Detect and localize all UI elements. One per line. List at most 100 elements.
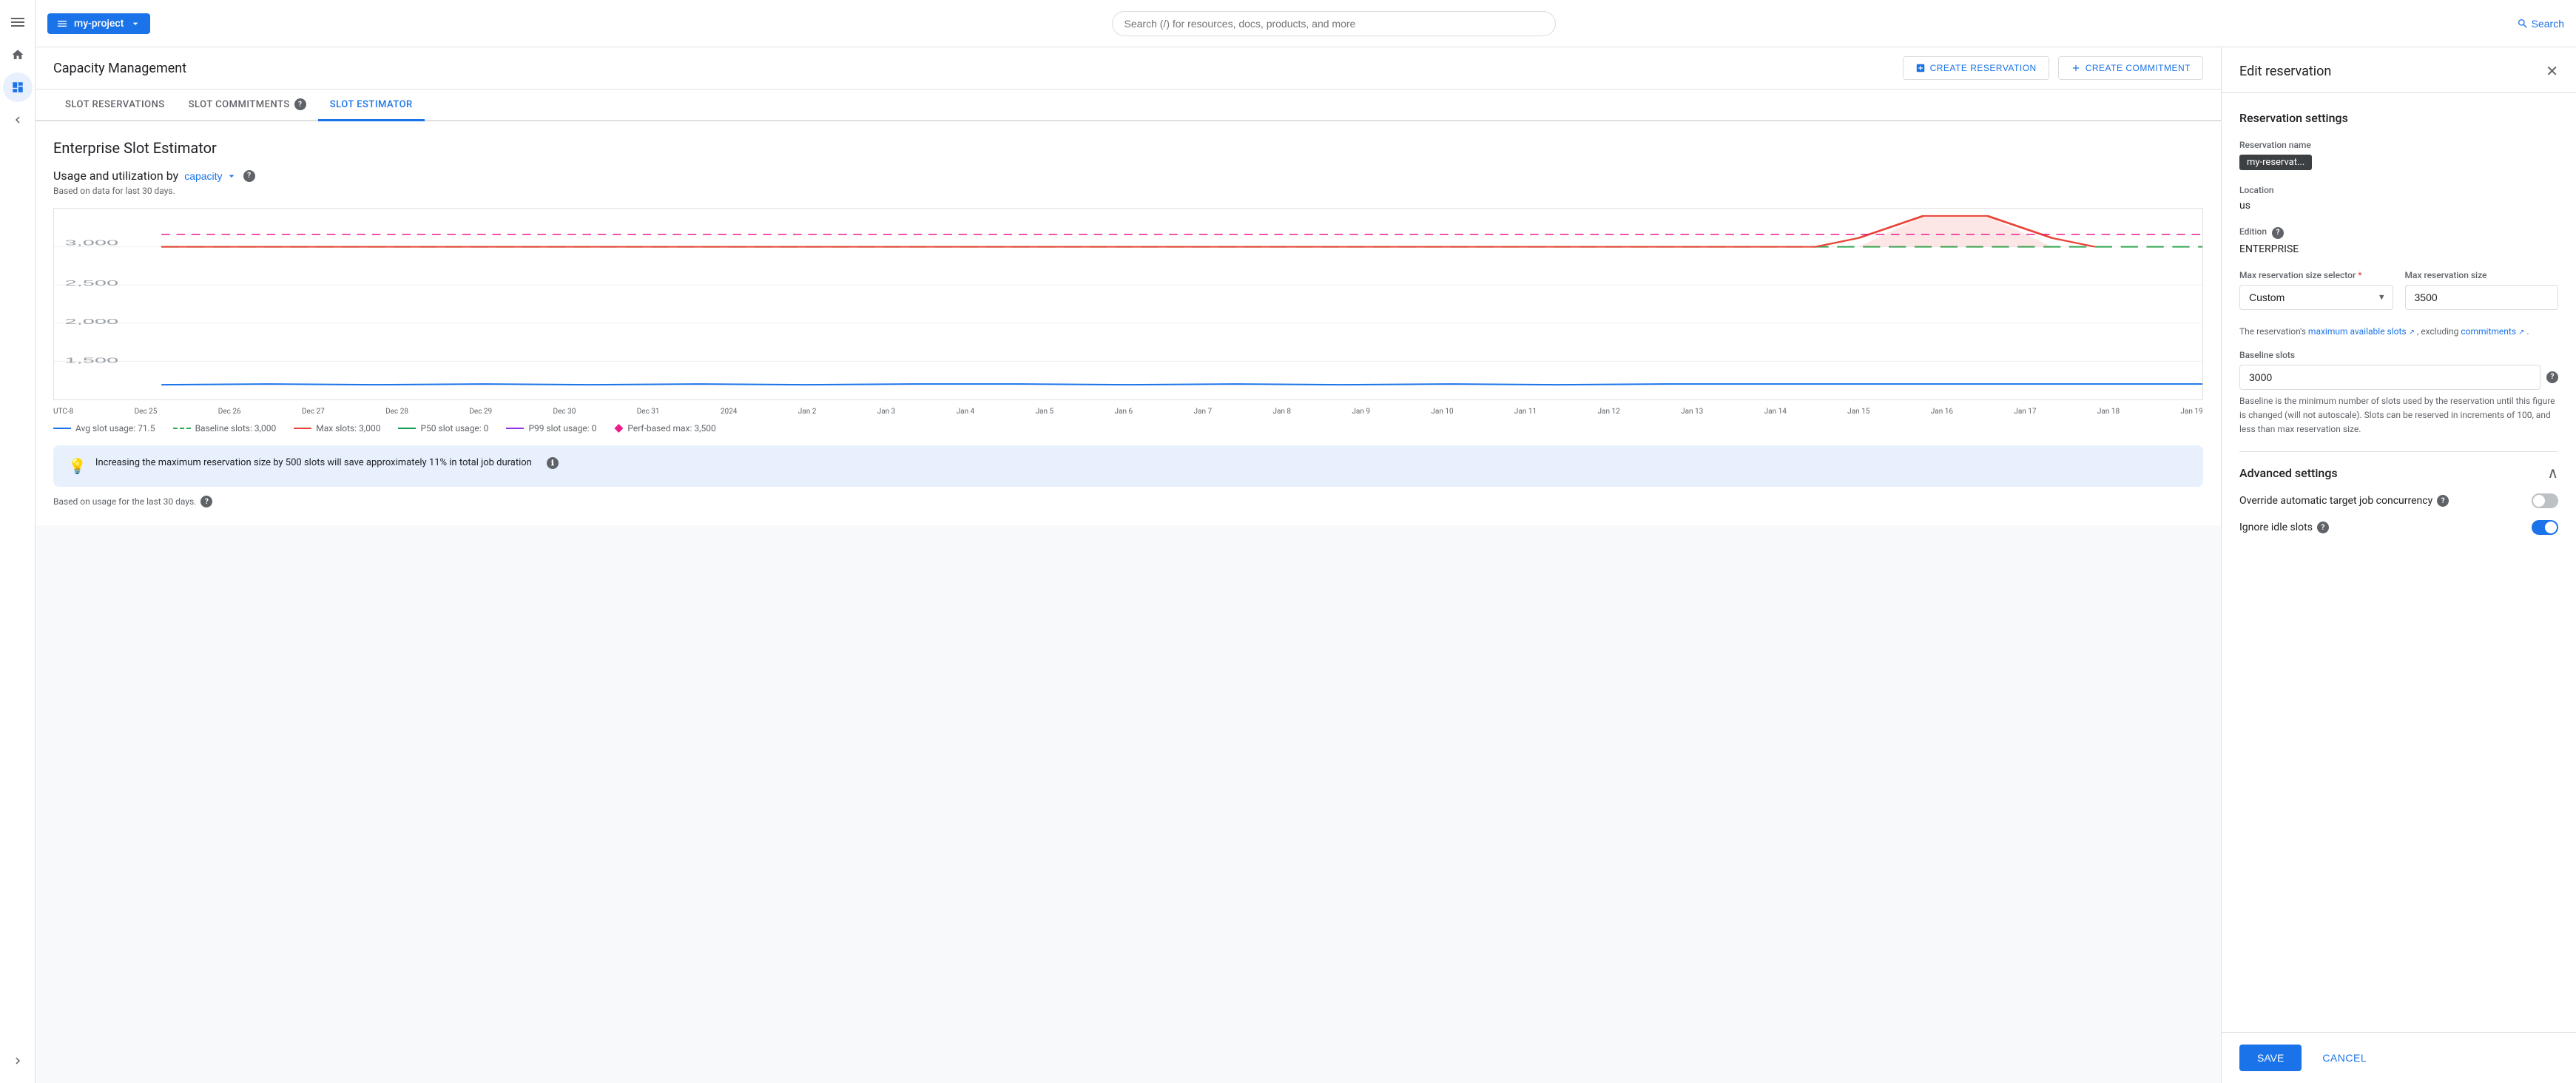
max-size-col: Max reservation size	[2405, 270, 2559, 310]
ignore-idle-toggle-row: Ignore idle slots ?	[2239, 520, 2558, 535]
max-size-selector-wrapper: Custom 100 200 500 1000 2000 3000 4000 5…	[2239, 285, 2393, 310]
legend-baseline-slots: Baseline slots: 3,000	[173, 423, 277, 433]
main-content: my-project Search Capacity Management CR…	[36, 0, 2576, 1083]
main-panel: Capacity Management CREATE RESERVATION C…	[36, 47, 2221, 1083]
edition-value: ENTERPRISE	[2239, 243, 2558, 255]
sidebar-expand-icon[interactable]	[3, 1046, 33, 1076]
override-toggle[interactable]	[2532, 493, 2558, 508]
max-size-help-text: The reservation's maximum available slot…	[2239, 325, 2558, 338]
panel-body: Reservation settings Reservation name my…	[2222, 93, 2576, 1032]
search-bar	[1112, 11, 1556, 36]
sidebar	[0, 0, 36, 1083]
chart-label: Usage and utilization by	[53, 169, 178, 183]
sidebar-menu-icon[interactable]	[3, 7, 33, 37]
sidebar-home-icon[interactable]	[3, 40, 33, 70]
edition-help-icon[interactable]: ?	[2272, 227, 2284, 239]
search-input[interactable]	[1112, 11, 1556, 36]
usage-note: Based on usage for the last 30 days. ?	[53, 496, 2203, 507]
panel-title: Edit reservation	[2239, 64, 2331, 79]
chart-container: 3,000 2,500 2,000 1,500	[53, 208, 2203, 400]
baseline-slots-help-icon[interactable]: ?	[2546, 371, 2558, 383]
sidebar-data-icon[interactable]	[3, 72, 33, 102]
create-reservation-label: CREATE RESERVATION	[1930, 63, 2037, 73]
slot-commitments-help-icon[interactable]: ?	[294, 98, 306, 110]
location-value: us	[2239, 200, 2558, 212]
tab-slot-reservations[interactable]: SLOT RESERVATIONS	[53, 90, 177, 121]
project-name: my-project	[74, 18, 124, 30]
override-help-icon[interactable]: ?	[2437, 495, 2449, 507]
info-icon: 💡	[68, 457, 87, 475]
chart-filter-button[interactable]: capacity	[184, 170, 237, 182]
capacity-header: Capacity Management CREATE RESERVATION C…	[36, 47, 2221, 90]
chart-hint: Based on data for last 30 days.	[53, 186, 2203, 196]
max-size-input[interactable]	[2405, 285, 2559, 310]
reservation-name-value: my-reservat...	[2239, 155, 2312, 170]
ignore-idle-help-icon[interactable]: ?	[2317, 522, 2329, 533]
page-title: Capacity Management	[53, 61, 186, 76]
commitments-link[interactable]: commitments	[2461, 326, 2524, 337]
advanced-settings-section: Advanced settings ∧ Override automatic t…	[2239, 451, 2558, 535]
create-commitment-label: CREATE COMMITMENT	[2086, 63, 2191, 73]
legend-max-slots: Max slots: 3,000	[294, 423, 380, 433]
chart-subtitle: Usage and utilization by capacity ?	[53, 169, 2203, 183]
search-button[interactable]: Search	[2517, 18, 2564, 30]
sidebar-collapse-icon[interactable]	[3, 105, 33, 135]
save-button[interactable]: SAVE	[2239, 1045, 2302, 1071]
advanced-settings-header[interactable]: Advanced settings ∧	[2239, 464, 2558, 482]
location-field: Location us	[2239, 185, 2558, 212]
tab-slot-commitments[interactable]: SLOT COMMITMENTS ?	[177, 90, 318, 121]
legend-avg-slot-usage: Avg slot usage: 71.5	[53, 423, 155, 433]
svg-text:2,500: 2,500	[65, 279, 119, 287]
info-text: Increasing the maximum reservation size …	[95, 457, 532, 468]
tabs-bar: SLOT RESERVATIONS SLOT COMMITMENTS ? SLO…	[36, 90, 2221, 121]
advanced-settings-title: Advanced settings	[2239, 466, 2338, 480]
content-area: Capacity Management CREATE RESERVATION C…	[36, 47, 2576, 1083]
baseline-slots-label: Baseline slots	[2239, 350, 2558, 360]
svg-text:2,000: 2,000	[65, 317, 119, 325]
topbar: my-project Search	[36, 0, 2576, 47]
usage-note-help-icon[interactable]: ?	[200, 496, 212, 507]
svg-text:1,500: 1,500	[65, 356, 119, 364]
max-size-row: Max reservation size selector * Custom 1…	[2239, 270, 2558, 310]
ignore-idle-label: Ignore idle slots ?	[2239, 522, 2329, 533]
baseline-slots-input[interactable]	[2239, 365, 2540, 390]
override-toggle-slider	[2532, 493, 2558, 508]
chart-section: Enterprise Slot Estimator Usage and util…	[36, 121, 2221, 525]
search-label: Search	[2532, 18, 2564, 30]
x-axis: UTC-8 Dec 25 Dec 26 Dec 27 Dec 28 Dec 29…	[53, 406, 2203, 417]
estimator-title: Enterprise Slot Estimator	[53, 139, 2203, 157]
header-actions: CREATE RESERVATION CREATE COMMITMENT	[1903, 56, 2203, 80]
location-label: Location	[2239, 185, 2558, 195]
reservation-name-label: Reservation name	[2239, 140, 2558, 150]
edit-reservation-panel: Edit reservation ✕ Reservation settings …	[2221, 47, 2576, 1083]
edition-field: Edition ? ENTERPRISE	[2239, 226, 2558, 255]
max-size-selector-col: Max reservation size selector * Custom 1…	[2239, 270, 2393, 310]
max-available-slots-link[interactable]: maximum available slots	[2308, 326, 2415, 337]
override-toggle-row: Override automatic target job concurrenc…	[2239, 493, 2558, 508]
reservation-settings-heading: Reservation settings	[2239, 111, 2558, 125]
close-button[interactable]: ✕	[2546, 62, 2558, 81]
max-size-selector[interactable]: Custom 100 200 500 1000 2000 3000 4000 5…	[2239, 285, 2393, 310]
baseline-slots-field: Baseline slots ? Baseline is the minimum…	[2239, 350, 2558, 437]
baseline-hint: Baseline is the minimum number of slots …	[2239, 394, 2558, 437]
edition-label: Edition ?	[2239, 226, 2558, 239]
project-selector[interactable]: my-project	[47, 13, 150, 34]
panel-header: Edit reservation ✕	[2222, 47, 2576, 93]
info-help-icon[interactable]: ℹ	[547, 457, 559, 469]
create-reservation-button[interactable]: CREATE RESERVATION	[1903, 56, 2049, 80]
legend-perf-based-max: Perf-based max: 3,500	[614, 423, 715, 433]
ignore-idle-toggle-slider	[2532, 520, 2558, 535]
reservation-name-field: Reservation name my-reservat...	[2239, 140, 2558, 170]
create-commitment-button[interactable]: CREATE COMMITMENT	[2058, 56, 2203, 80]
tab-slot-estimator[interactable]: SLOT ESTIMATOR	[318, 90, 425, 121]
override-label: Override automatic target job concurrenc…	[2239, 495, 2449, 507]
cancel-button[interactable]: CANCEL	[2310, 1045, 2378, 1071]
info-box: 💡 Increasing the maximum reservation siz…	[53, 445, 2203, 487]
svg-text:3,000: 3,000	[65, 238, 119, 246]
ignore-idle-toggle[interactable]	[2532, 520, 2558, 535]
max-size-label: Max reservation size	[2405, 270, 2559, 280]
max-size-selector-label: Max reservation size selector *	[2239, 270, 2393, 280]
chart-help-icon[interactable]: ?	[243, 170, 255, 182]
panel-footer: SAVE CANCEL	[2222, 1032, 2576, 1083]
legend-p50: P50 slot usage: 0	[398, 423, 488, 433]
